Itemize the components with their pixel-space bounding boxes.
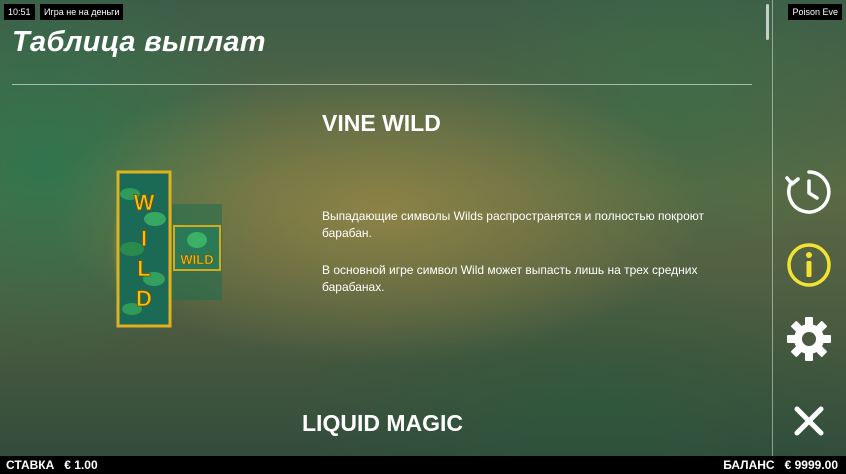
play-mode-label: Игра не на деньги — [40, 4, 124, 20]
sidebar-divider — [772, 0, 773, 456]
svg-text:L: L — [137, 256, 150, 281]
page-title: Таблица выплат — [12, 26, 266, 58]
svg-text:I: I — [141, 226, 147, 251]
section-heading: VINE WILD — [322, 110, 441, 136]
svg-text:D: D — [136, 286, 152, 311]
settings-button[interactable] — [784, 314, 834, 364]
bet-label: СТАВКА — [6, 458, 55, 472]
wild-symbol-text-large: W — [134, 190, 155, 215]
bet-value: € 1.00 — [64, 458, 98, 472]
history-icon — [785, 170, 831, 214]
balance-value: € 9999.00 — [784, 458, 838, 472]
history-button[interactable] — [784, 167, 834, 217]
description-paragraph-1: Выпадающие символы Wilds распространятся… — [322, 209, 704, 240]
info-button[interactable] — [784, 240, 834, 290]
title-divider — [12, 84, 752, 85]
game-name: Poison Eve — [788, 4, 842, 20]
info-icon — [787, 243, 831, 287]
footer-bar: СТАВКА € 1.00 БАЛАНС € 9999.00 — [0, 456, 846, 474]
scrollbar[interactable] — [766, 4, 769, 40]
wild-symbol-text-small: WILD — [180, 252, 213, 267]
vine-wild-symbol-image: W I L D WILD — [110, 164, 230, 334]
description-paragraph-2: В основной игре символ Wild может выпаст… — [322, 263, 698, 294]
close-button[interactable] — [784, 396, 834, 446]
close-icon — [794, 406, 824, 436]
balance-label: БАЛАНС — [723, 458, 775, 472]
gear-icon — [787, 317, 831, 361]
next-section-heading: LIQUID MAGIC — [302, 410, 463, 436]
clock: 10:51 — [4, 4, 35, 20]
